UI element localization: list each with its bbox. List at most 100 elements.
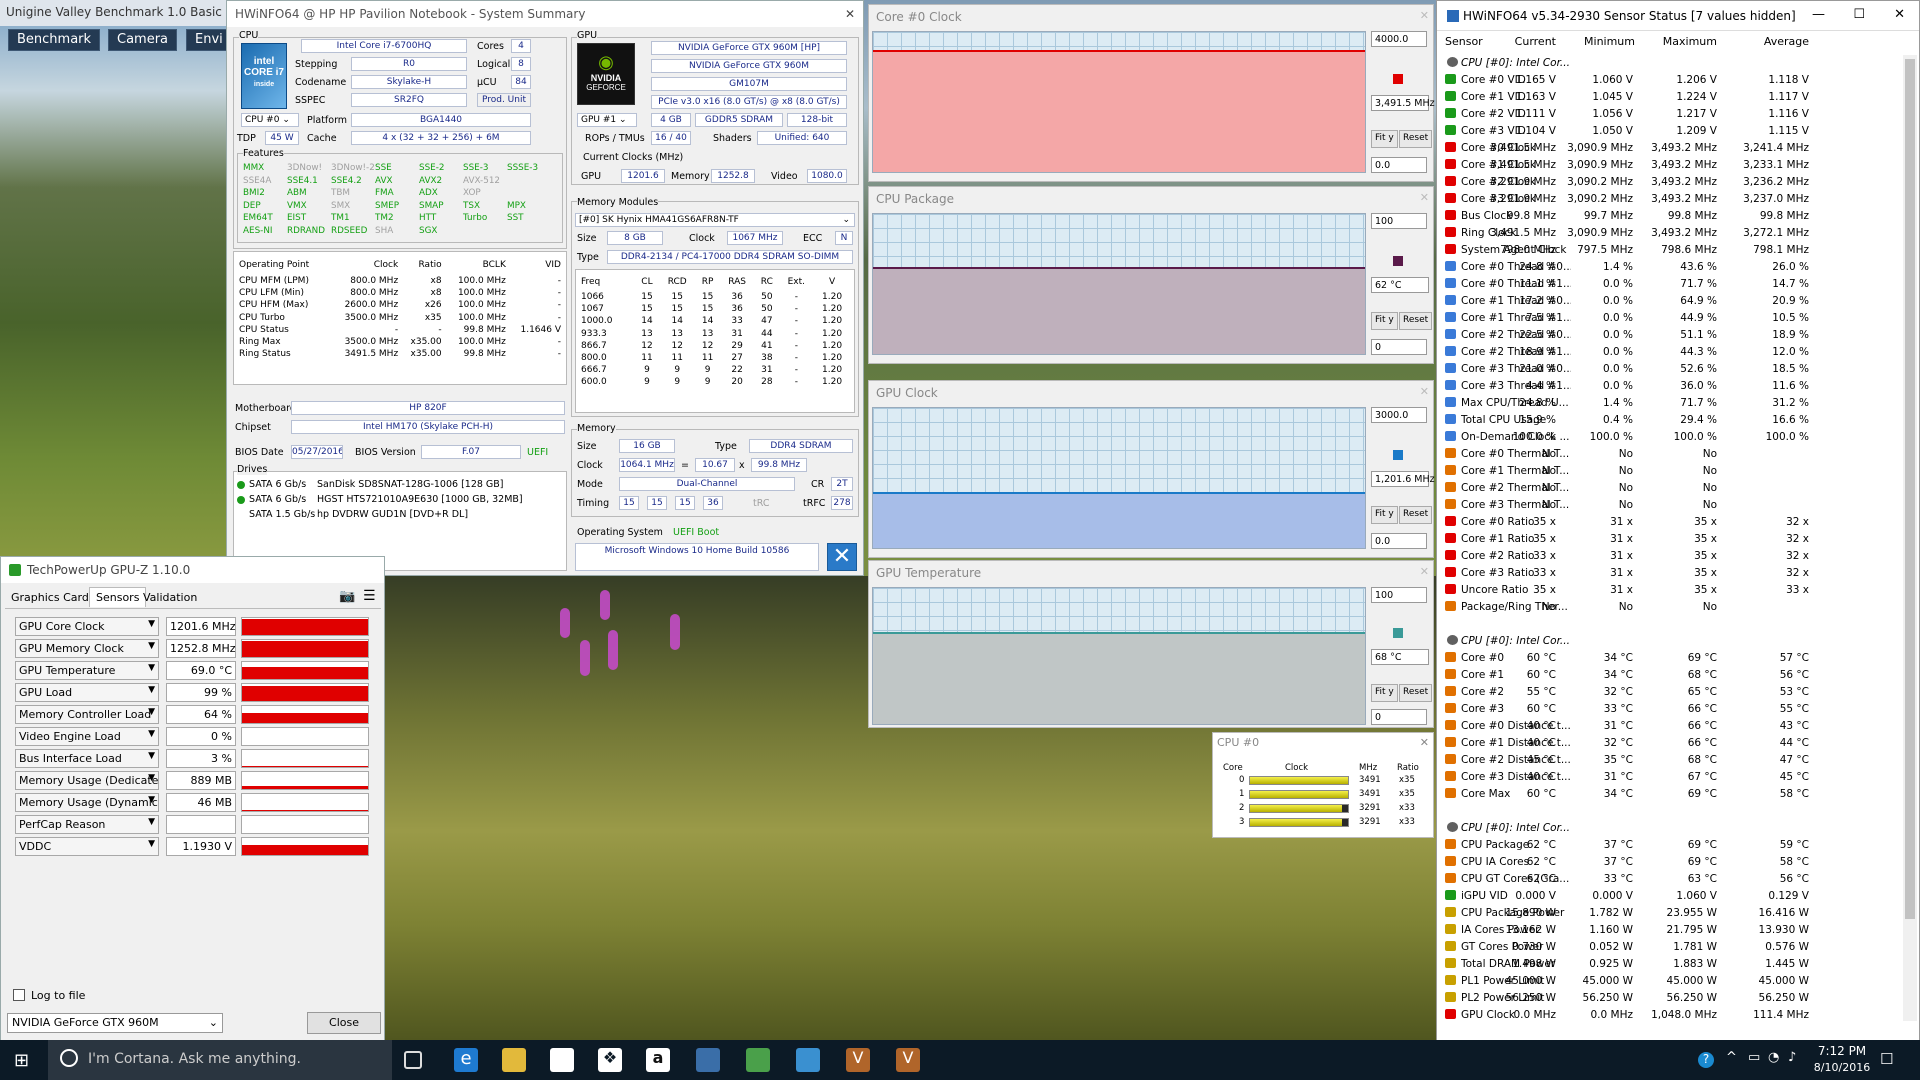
gpuz-taskbar-icon[interactable] bbox=[746, 1048, 770, 1072]
graph-max-value[interactable]: 4000.0 bbox=[1371, 31, 1427, 47]
sensor-row[interactable]: Total DRAM Power 1.498 W 0.925 W 1.883 W 1.4… bbox=[1441, 957, 1893, 974]
sensor-row[interactable]: Core #3 Thermal T... No No No bbox=[1441, 498, 1893, 515]
close-icon[interactable]: ✕ bbox=[1420, 565, 1429, 578]
graph-max-value[interactable]: 100 bbox=[1371, 587, 1427, 603]
col-current[interactable]: Current bbox=[1515, 35, 1556, 48]
sensor-row[interactable]: GT Cores Power 0.730 W 0.052 W 1.781 W 0.576… bbox=[1441, 940, 1893, 957]
sensor-row[interactable]: Core #1 Thread #0... 17.2 % 0.0 % 64.9 % 20.… bbox=[1441, 294, 1893, 311]
fit-y-button[interactable]: Fit y bbox=[1371, 312, 1398, 331]
battery-icon[interactable]: ▭ bbox=[1748, 1050, 1760, 1065]
windows-start-icon[interactable]: ⊞ bbox=[14, 1050, 29, 1071]
show-hidden-icons[interactable]: ^ bbox=[1726, 1050, 1737, 1065]
reset-button[interactable]: Reset bbox=[1399, 683, 1433, 702]
sensor-select[interactable]: GPU Memory Clock ▼ bbox=[15, 639, 159, 658]
scrollbar-thumb[interactable] bbox=[1905, 59, 1915, 919]
reset-button[interactable]: Reset bbox=[1399, 506, 1433, 525]
graph-color-swatch[interactable] bbox=[1393, 255, 1403, 266]
sensor-row[interactable]: IA Cores Power 13.162 W 1.160 W 21.795 W 13.… bbox=[1441, 923, 1893, 940]
sensor-row[interactable]: System Agent Clock 798.0 MHz 797.5 MHz 798.… bbox=[1441, 243, 1893, 260]
sensor-row[interactable]: Core #3 Distance t... 40 °C 31 °C 67 °C 45 °… bbox=[1441, 770, 1893, 787]
sensor-row[interactable]: Core #1 Distance t... 40 °C 32 °C 66 °C 44 °… bbox=[1441, 736, 1893, 753]
col-maximum[interactable]: Maximum bbox=[1663, 35, 1717, 48]
store-icon[interactable] bbox=[550, 1048, 574, 1072]
sensor-row[interactable]: Core #1 VID 1.163 V 1.045 V 1.224 V 1.117 V bbox=[1441, 90, 1893, 107]
close-icon[interactable]: ✕ bbox=[1420, 9, 1429, 22]
prod-unit-button[interactable]: Prod. Unit bbox=[477, 93, 531, 107]
sensor-row[interactable]: Core #3 Ratio 33 x 31 x 35 x 32 x bbox=[1441, 566, 1893, 583]
cpu-select-dropdown[interactable]: CPU #0 ⌄ bbox=[241, 113, 299, 127]
sensor-row[interactable]: Core #0 Clock 3,491.5 MHz 3,090.9 MHz 3,493… bbox=[1441, 141, 1893, 158]
sensor-group-header[interactable]: CPU [#0]: Intel Cor... bbox=[1441, 56, 1893, 73]
help-icon[interactable]: ? bbox=[1698, 1052, 1714, 1068]
close-icon[interactable]: ✕ bbox=[827, 543, 857, 571]
sensor-row[interactable]: Core #3 Thread #1... 4.4 % 0.0 % 36.0 % 11.6… bbox=[1441, 379, 1893, 396]
valley-taskbar-icon[interactable]: V bbox=[846, 1048, 870, 1072]
sensor-row[interactable]: Core #3 60 °C 33 °C 66 °C 55 °C bbox=[1441, 702, 1893, 719]
col-sensor[interactable]: Sensor bbox=[1445, 35, 1483, 48]
sensor-row[interactable]: Core #0 Distance t... 40 °C 31 °C 66 °C 43 °… bbox=[1441, 719, 1893, 736]
clock-date[interactable]: 8/10/2016 bbox=[1812, 1061, 1872, 1074]
sensor-row[interactable]: Core Max 60 °C 34 °C 69 °C 58 °C bbox=[1441, 787, 1893, 804]
maximize-icon[interactable]: ☐ bbox=[1853, 7, 1865, 22]
close-icon[interactable]: ✕ bbox=[845, 7, 857, 21]
action-center-icon[interactable]: ☐ bbox=[1880, 1050, 1893, 1068]
tab-sensors[interactable]: Sensors bbox=[89, 587, 147, 607]
device-select-dropdown[interactable]: NVIDIA GeForce GTX 960M ⌄ bbox=[7, 1013, 223, 1033]
sensor-row[interactable]: CPU Package 62 °C 37 °C 69 °C 59 °C bbox=[1441, 838, 1893, 855]
sensor-select[interactable]: VDDC ▼ bbox=[15, 837, 159, 856]
dropbox-icon[interactable]: ❖ bbox=[598, 1048, 622, 1072]
sensor-row[interactable]: Core #1 Clock 3,491.5 MHz 3,090.9 MHz 3,493… bbox=[1441, 158, 1893, 175]
sensor-row[interactable]: Core #3 VID 1.104 V 1.050 V 1.209 V 1.115 V bbox=[1441, 124, 1893, 141]
amazon-icon[interactable]: a bbox=[646, 1048, 670, 1072]
fit-y-button[interactable]: Fit y bbox=[1371, 130, 1398, 149]
tab-validation[interactable]: Validation bbox=[143, 591, 197, 604]
graph-min-value[interactable]: 0 bbox=[1371, 339, 1427, 355]
sensor-row[interactable]: Core #2 VID 1.111 V 1.056 V 1.217 V 1.116 V bbox=[1441, 107, 1893, 124]
sensor-row[interactable]: Ring Clock 3,491.5 MHz 3,090.9 MHz 3,493.2 … bbox=[1441, 226, 1893, 243]
sensor-row[interactable]: Core #0 Thread #0... 24.8 % 1.4 % 43.6 % 26.… bbox=[1441, 260, 1893, 277]
sensor-row[interactable]: Core #0 VID 1.165 V 1.060 V 1.206 V 1.118 V bbox=[1441, 73, 1893, 90]
sensor-row[interactable]: Core #2 Clock 3,291.9 MHz 3,090.2 MHz 3,493… bbox=[1441, 175, 1893, 192]
sensor-row[interactable]: Core #2 Thermal T... No No No bbox=[1441, 481, 1893, 498]
module-select-dropdown[interactable]: [#0] SK Hynix HMA41GS6AFR8N-TF ⌄ bbox=[575, 213, 855, 227]
graph-color-swatch[interactable] bbox=[1393, 628, 1403, 639]
sensor-row[interactable]: iGPU VID 0.000 V 0.000 V 1.060 V 0.129 V bbox=[1441, 889, 1893, 906]
sensor-row[interactable]: Core #0 Ratio 35 x 31 x 35 x 32 x bbox=[1441, 515, 1893, 532]
sensor-row[interactable]: GPU Clock 0.0 MHz 0.0 MHz 1,048.0 MHz 111.4 … bbox=[1441, 1008, 1893, 1025]
sensor-select[interactable]: Memory Usage (Dynamic) ▼ bbox=[15, 793, 159, 812]
fit-y-button[interactable]: Fit y bbox=[1371, 683, 1398, 702]
cortana-search-box[interactable]: I'm Cortana. Ask me anything. bbox=[48, 1040, 392, 1080]
valley-launcher-taskbar-icon[interactable]: V bbox=[896, 1048, 920, 1072]
close-icon[interactable]: ✕ bbox=[1894, 7, 1905, 22]
close-button[interactable]: Close bbox=[307, 1012, 381, 1034]
sensor-select[interactable]: Memory Usage (Dedicated) ▼ bbox=[15, 771, 159, 790]
sensor-row[interactable]: Core #2 Ratio 33 x 31 x 35 x 32 x bbox=[1441, 549, 1893, 566]
sensor-row[interactable]: Core #1 Thread #1... 7.5 % 0.0 % 44.9 % 10.5… bbox=[1441, 311, 1893, 328]
sensor-row[interactable]: Core #3 Thread #0... 21.0 % 0.0 % 52.6 % 18.… bbox=[1441, 362, 1893, 379]
log-to-file-checkbox[interactable] bbox=[13, 989, 25, 1001]
sensor-row[interactable]: Core #2 Thread #0... 22.5 % 0.0 % 51.1 % 18.… bbox=[1441, 328, 1893, 345]
sensor-row[interactable]: Max CPU/Thread U... 24.8 % 1.4 % 71.7 % 31.2… bbox=[1441, 396, 1893, 413]
hwinfo-sensors-taskbar-icon[interactable] bbox=[796, 1048, 820, 1072]
close-icon[interactable]: ✕ bbox=[1420, 736, 1429, 749]
sensor-group-header[interactable]: CPU [#0]: Intel Cor... bbox=[1441, 821, 1893, 838]
hwinfo-taskbar-icon[interactable] bbox=[696, 1048, 720, 1072]
sensor-select[interactable]: PerfCap Reason ▼ bbox=[15, 815, 159, 834]
edge-icon[interactable]: e bbox=[454, 1048, 478, 1072]
sensor-row[interactable]: Total CPU Usage 15.9 % 0.4 % 29.4 % 16.6 % bbox=[1441, 413, 1893, 430]
volume-icon[interactable]: ♪ bbox=[1788, 1050, 1796, 1065]
gpu-select-dropdown[interactable]: GPU #1 ⌄ bbox=[577, 113, 637, 127]
camera-icon[interactable]: 📷 bbox=[339, 589, 355, 604]
tab-environment[interactable]: Envi bbox=[186, 29, 230, 51]
task-view-icon[interactable] bbox=[404, 1051, 422, 1069]
graph-color-swatch[interactable] bbox=[1393, 73, 1403, 84]
graph-min-value[interactable]: 0.0 bbox=[1371, 157, 1427, 173]
sensor-row[interactable]: Core #0 Thermal T... No No No bbox=[1441, 447, 1893, 464]
graph-color-swatch[interactable] bbox=[1393, 449, 1403, 460]
tab-benchmark[interactable]: Benchmark bbox=[8, 29, 101, 51]
sensor-row[interactable]: Core #0 Thread #1... 11.1 % 0.0 % 71.7 % 14.… bbox=[1441, 277, 1893, 294]
file-explorer-icon[interactable] bbox=[502, 1048, 526, 1072]
sensor-row[interactable] bbox=[1441, 804, 1893, 821]
sensor-row[interactable]: PL2 Power Limit 56.250 W 56.250 W 56.250 W5… bbox=[1441, 991, 1893, 1008]
sensor-select[interactable]: Video Engine Load ▼ bbox=[15, 727, 159, 746]
